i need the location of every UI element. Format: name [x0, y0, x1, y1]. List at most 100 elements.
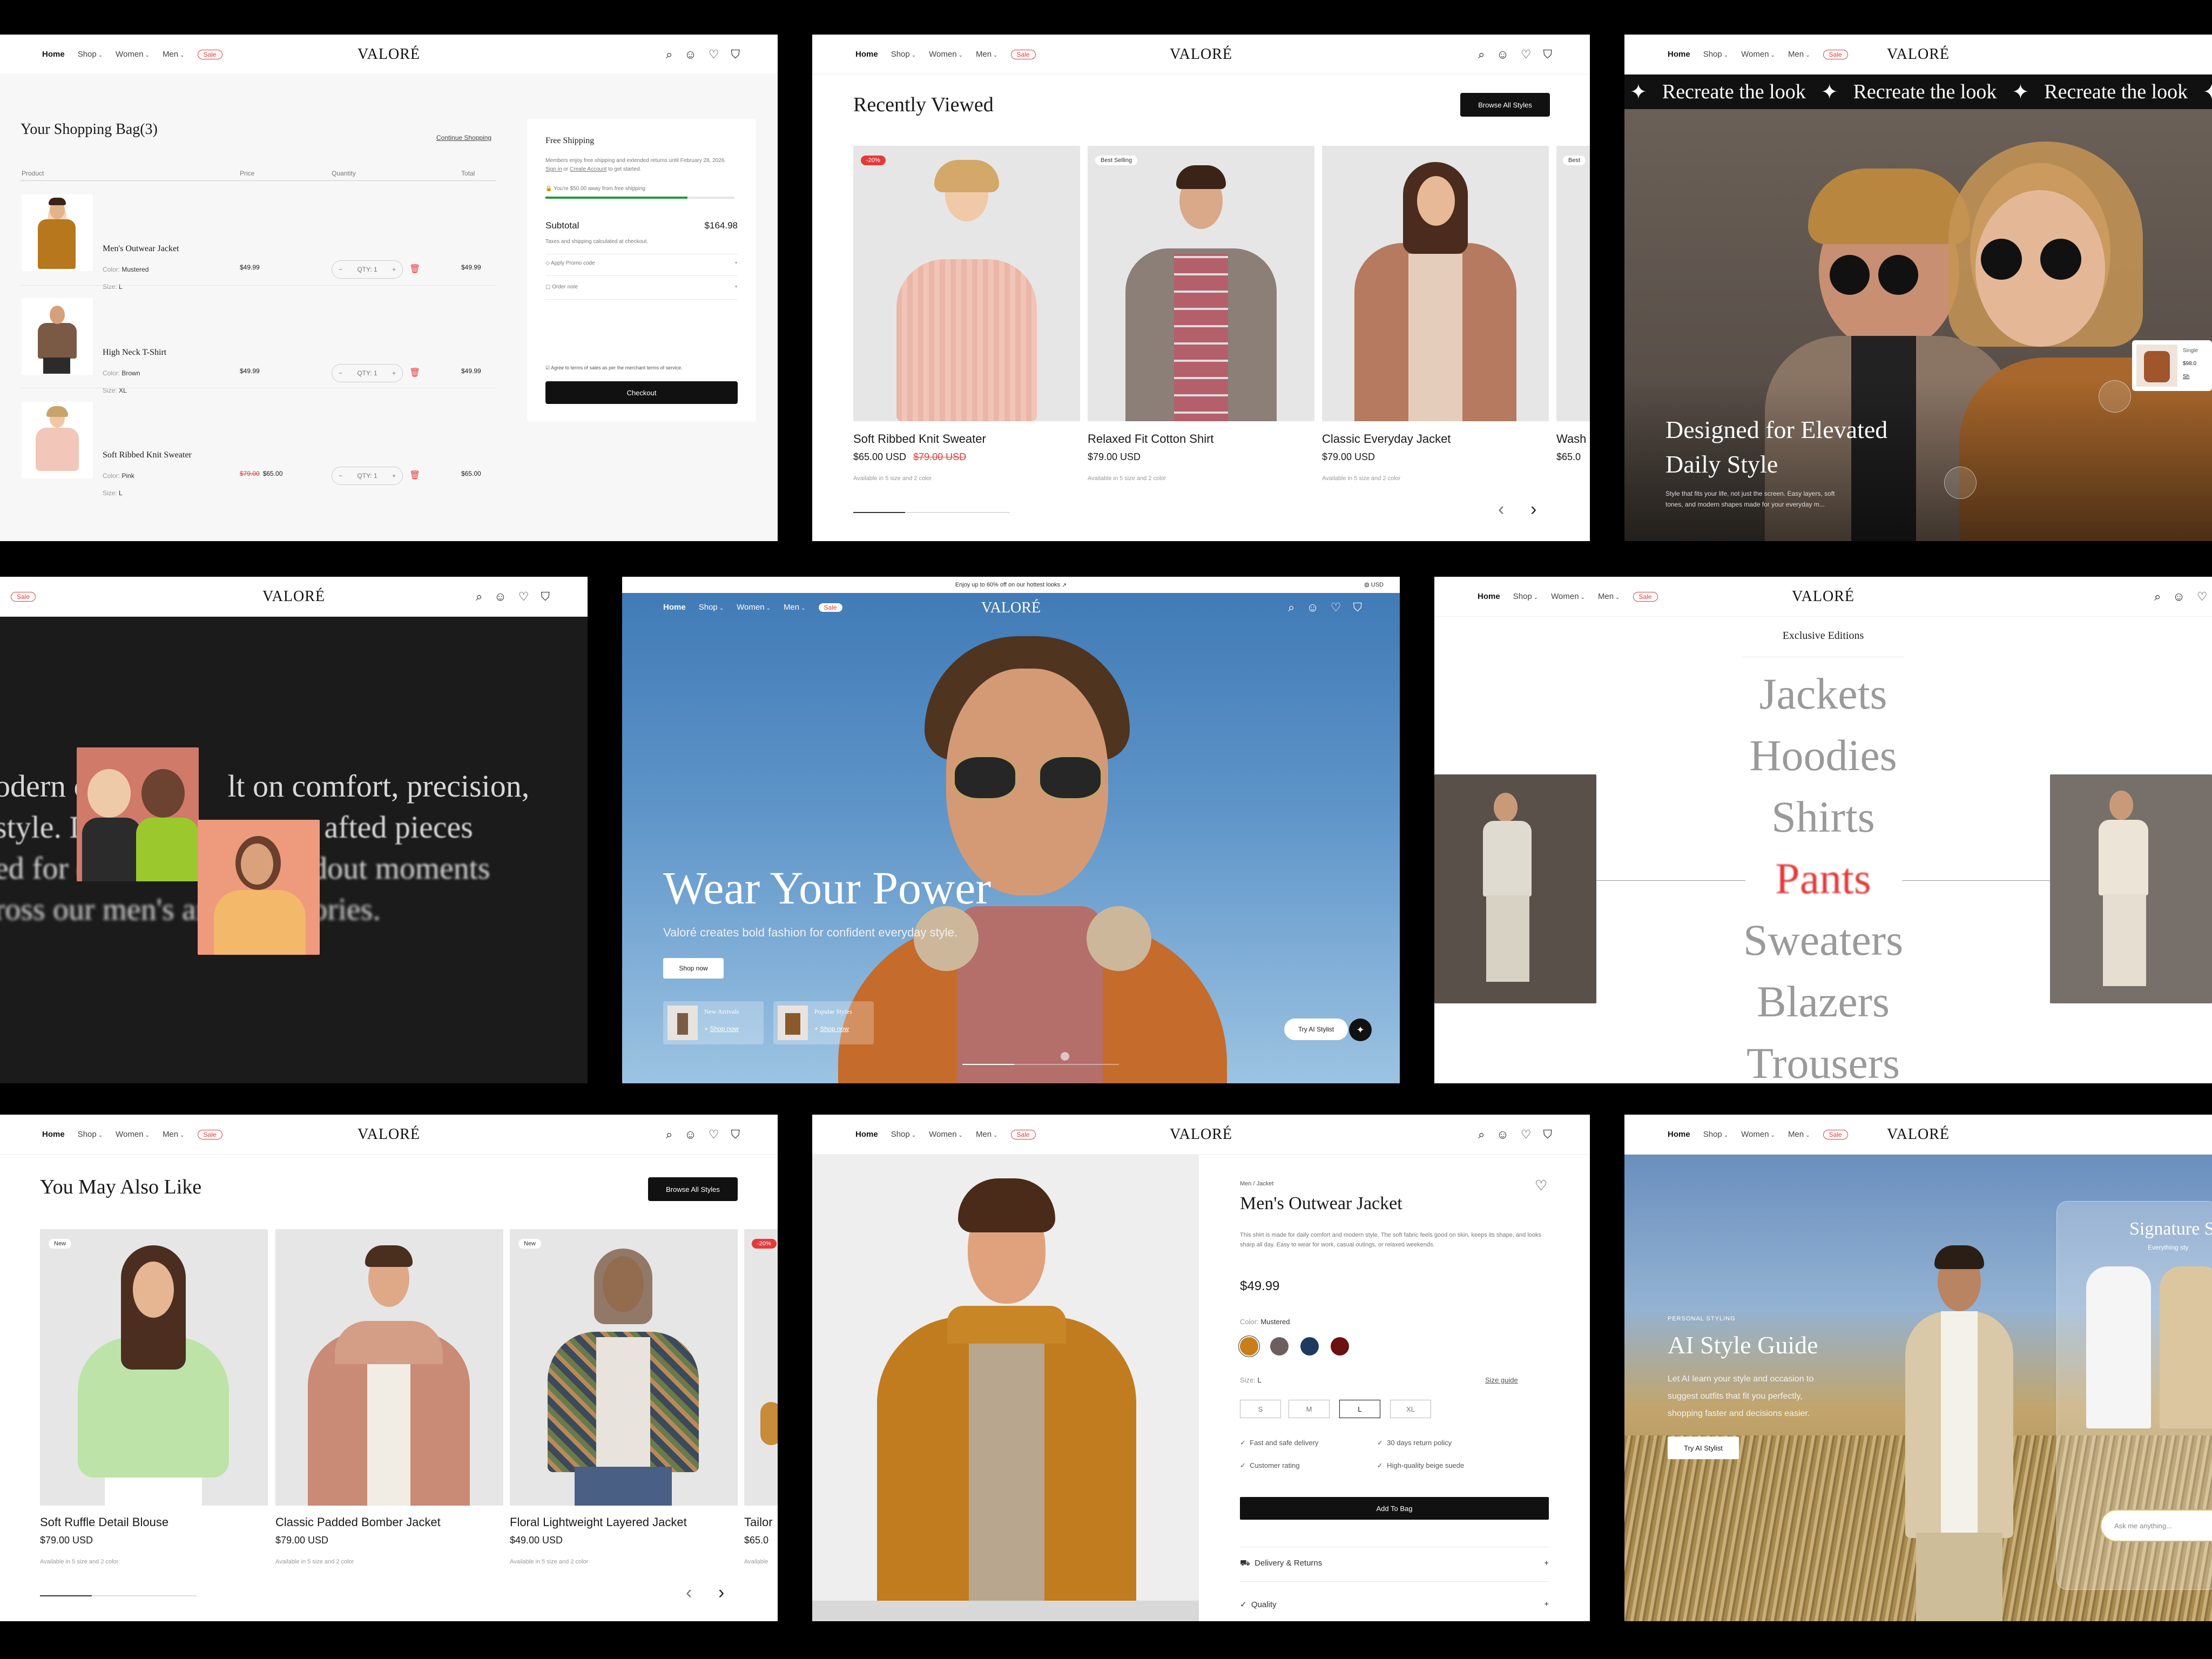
product-image[interactable] [1556, 146, 1590, 421]
nav-sale[interactable]: Sale [1010, 49, 1036, 59]
continue-shopping-link[interactable]: Continue Shopping [436, 134, 491, 141]
nav-home[interactable]: Home [855, 1130, 878, 1139]
user-icon[interactable]: ☺ [1496, 1128, 1508, 1142]
search-icon[interactable]: ⌕ [1478, 1128, 1485, 1142]
product-image[interactable] [1088, 146, 1314, 421]
category-hoodies[interactable]: Hoodies [1434, 730, 2212, 781]
popover-link[interactable]: Sh [2183, 374, 2189, 380]
prev-arrow-icon[interactable]: ‹ [686, 1582, 692, 1603]
card-link[interactable]: + Shop now [704, 1025, 739, 1033]
trash-icon[interactable]: 🗑 [409, 264, 420, 274]
category-jackets[interactable]: Jackets [1434, 669, 2212, 719]
nav-sale[interactable]: Sale [197, 49, 222, 59]
nav-sale[interactable]: Sale [1823, 1129, 1848, 1139]
product-name[interactable]: Floral Lightweight Layered Jacket [510, 1515, 687, 1529]
nav-women[interactable]: Women ⌄ [929, 50, 963, 59]
search-icon[interactable]: ⌕ [476, 590, 482, 604]
color-swatch[interactable] [1270, 1337, 1289, 1355]
product-name[interactable]: Tailor [744, 1515, 773, 1529]
nav-men[interactable]: Men ⌄ [1788, 1130, 1810, 1139]
hotspot-marker[interactable] [1944, 467, 1977, 499]
wishlist-heart-icon[interactable]: ♡ [1535, 1177, 1547, 1194]
promo-code-row[interactable]: ◇ Apply Promo code + [545, 260, 738, 266]
product-image[interactable] [22, 194, 93, 271]
nav-shop[interactable]: Shop ⌄ [1703, 50, 1728, 59]
product-image[interactable] [22, 298, 93, 375]
pause-icon[interactable] [1061, 1052, 1069, 1061]
logo[interactable]: VALORÉ [1170, 1126, 1232, 1143]
heart-icon[interactable]: ♡ [709, 1128, 719, 1142]
logo[interactable]: VALORÉ [1792, 588, 1854, 605]
nav-men[interactable]: Men ⌄ [1598, 592, 1620, 601]
bag-icon[interactable]: ⛉ [731, 48, 740, 62]
heart-icon[interactable]: ♡ [709, 48, 719, 62]
logo[interactable]: VALORÉ [1170, 46, 1232, 63]
search-icon[interactable]: ⌕ [1478, 48, 1485, 62]
size-s[interactable]: S [1240, 1400, 1281, 1418]
user-icon[interactable]: ☺ [684, 1128, 696, 1142]
logo[interactable]: VALORÉ [358, 1126, 420, 1143]
product-name[interactable]: Soft Ribbed Knit Sweater [853, 432, 986, 446]
new-arrivals-card[interactable]: New Arrivals + Shop now [663, 1001, 764, 1044]
product-image[interactable] [40, 1229, 268, 1506]
user-icon[interactable]: ☺ [494, 590, 506, 604]
nav-shop[interactable]: Shop ⌄ [78, 50, 103, 59]
nav-sale[interactable]: Sale [1633, 591, 1658, 602]
user-icon[interactable]: ☺ [2173, 590, 2184, 604]
card-link[interactable]: + Shop now [814, 1025, 849, 1033]
nav-women[interactable]: Women ⌄ [1741, 50, 1775, 59]
nav-men[interactable]: Men ⌄ [1788, 50, 1810, 59]
create-account-link[interactable]: Create Account [570, 166, 606, 172]
product-image[interactable] [510, 1229, 738, 1506]
user-icon[interactable]: ☺ [684, 48, 696, 62]
checkout-button[interactable]: Checkout [545, 381, 738, 404]
heart-icon[interactable]: ♡ [518, 590, 529, 604]
product-name[interactable]: Classic Padded Bomber Jacket [275, 1515, 441, 1529]
nav-home[interactable]: Home [1478, 592, 1500, 601]
quality-accordion[interactable]: ✓ Quality + [1240, 1600, 1549, 1609]
browse-all-button[interactable]: Browse All Styles [1460, 93, 1550, 117]
item-name[interactable]: Soft Ribbed Knit Sweater [103, 450, 192, 460]
trash-icon[interactable]: 🗑 [409, 470, 420, 481]
size-xl[interactable]: XL [1390, 1400, 1431, 1418]
logo[interactable]: VALORÉ [358, 46, 420, 63]
nav-home[interactable]: Home [42, 1130, 65, 1139]
heart-icon[interactable]: ♡ [2197, 590, 2208, 604]
nav-women[interactable]: Women ⌄ [1741, 1130, 1775, 1139]
popular-styles-card[interactable]: Popular Styles + Shop now [773, 1001, 874, 1044]
logo[interactable]: VALORÉ [1887, 1126, 1950, 1143]
nav-women[interactable]: Women ⌄ [929, 1130, 963, 1139]
nav-women[interactable]: Women ⌄ [1551, 592, 1585, 601]
breadcrumb[interactable]: Men / Jacket [1240, 1181, 1273, 1187]
bag-icon[interactable]: ⛉ [731, 1128, 740, 1142]
search-icon[interactable]: ⌕ [666, 1128, 672, 1142]
nav-men[interactable]: Men ⌄ [976, 1130, 998, 1139]
size-l[interactable]: L [1339, 1400, 1380, 1418]
item-name[interactable]: Men's Outwear Jacket [103, 244, 179, 254]
add-to-bag-button[interactable]: Add To Bag [1240, 1497, 1549, 1520]
nav-sale[interactable]: Sale [1823, 49, 1848, 59]
nav-sale[interactable]: Sale [197, 1129, 222, 1139]
bag-icon[interactable]: ⛉ [541, 590, 550, 604]
logo[interactable]: VALORÉ [1887, 46, 1950, 63]
color-swatch[interactable] [1240, 1337, 1258, 1355]
order-note-row[interactable]: ▢ Order note + [545, 284, 738, 290]
quantity-stepper[interactable]: − QTY: 1 + [332, 260, 403, 279]
product-image[interactable] [22, 402, 93, 478]
heart-icon[interactable]: ♡ [1521, 48, 1532, 62]
user-icon[interactable]: ☺ [1496, 48, 1508, 62]
shop-now-button[interactable]: Shop now [663, 958, 724, 979]
category-trousers[interactable]: Trousers [1434, 1038, 2212, 1083]
ai-stylist-button[interactable]: Try AI Stylist [1284, 1019, 1348, 1040]
nav-sale[interactable]: Sale [11, 591, 36, 602]
product-popover[interactable]: Single $98.0 Sh [2132, 340, 2212, 391]
nav-shop[interactable]: Shop ⌄ [1513, 592, 1538, 601]
size-m[interactable]: M [1289, 1400, 1330, 1418]
prev-arrow-icon[interactable]: ‹ [1498, 499, 1504, 520]
product-image[interactable] [744, 1229, 778, 1506]
nav-shop[interactable]: Shop ⌄ [78, 1130, 103, 1139]
delivery-returns-accordion[interactable]: ⛟ Delivery & Returns + [1240, 1559, 1549, 1569]
nav-women[interactable]: Women ⌄ [116, 1130, 150, 1139]
bag-icon[interactable]: ⛉ [1543, 1128, 1552, 1142]
bag-icon[interactable]: ⛉ [1543, 48, 1552, 62]
